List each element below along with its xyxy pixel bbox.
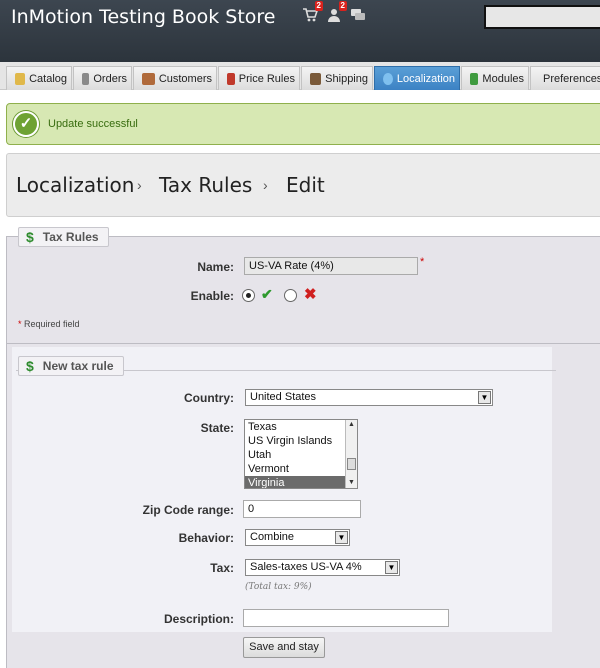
orders-badge: 2 — [314, 1, 323, 11]
behavior-select[interactable]: Combine ▼ — [245, 529, 350, 546]
chevron-down-icon: ▼ — [478, 391, 491, 404]
breadcrumb: Localization › Tax Rules › Edit — [6, 153, 600, 217]
breadcrumb-separator: › — [263, 177, 268, 193]
enable-label: Enable: — [190, 289, 234, 303]
name-label: Name: — [197, 260, 234, 274]
scroll-down-icon[interactable]: ▼ — [346, 478, 357, 488]
folder-icon — [15, 72, 26, 85]
zip-code-label: Zip Code range: — [142, 503, 234, 517]
state-option[interactable]: Texas — [245, 420, 357, 434]
enabled-check-icon: ✔ — [261, 286, 273, 302]
cart-icon[interactable]: 2 — [302, 1, 323, 22]
tab-label: Localization — [396, 72, 455, 85]
enable-yes-radio[interactable] — [242, 289, 255, 302]
breadcrumb-localization[interactable]: Localization — [16, 173, 134, 197]
customers-badge: 2 — [338, 1, 347, 11]
success-alert: ✓ Update successful — [6, 103, 600, 145]
description-field[interactable] — [243, 609, 449, 627]
price-tag-icon — [227, 72, 235, 85]
chevron-down-icon: ▼ — [385, 561, 398, 574]
tab-label: Shipping — [325, 72, 368, 85]
globe-icon — [383, 72, 393, 85]
tab-label: Orders — [93, 72, 127, 85]
required-asterisk: * — [420, 256, 425, 268]
state-scrollbar[interactable]: ▲ ▼ — [345, 420, 357, 488]
tab-price-rules[interactable]: Price Rules — [218, 66, 300, 90]
required-note: * Required field — [18, 319, 80, 329]
check-circle-icon: ✓ — [13, 111, 39, 137]
zip-code-field[interactable]: 0 — [243, 500, 361, 518]
search-input[interactable] — [484, 5, 600, 29]
tab-label: Price Rules — [238, 72, 295, 85]
required-asterisk: * — [18, 319, 22, 329]
main-menu: Catalog Orders Customers Price Rules Shi… — [0, 62, 600, 90]
dollar-icon: $ — [26, 358, 34, 374]
state-option[interactable]: Utah — [245, 448, 357, 462]
new-tax-rule-legend: $ New tax rule — [18, 356, 124, 376]
country-label: Country: — [184, 391, 234, 405]
description-label: Description: — [163, 612, 234, 626]
breadcrumb-separator: › — [137, 177, 142, 193]
tab-modules[interactable]: Modules — [461, 66, 529, 90]
tab-catalog[interactable]: Catalog — [6, 66, 72, 90]
state-option-selected[interactable]: Virginia — [245, 476, 357, 488]
breadcrumb-edit: Edit — [286, 173, 325, 197]
tax-label: Tax: — [210, 561, 234, 575]
shop-name[interactable]: InMotion Testing Book Store — [11, 6, 275, 28]
state-listbox[interactable]: Texas US Virgin Islands Utah Vermont Vir… — [244, 419, 358, 489]
alert-message: Update successful — [48, 118, 138, 130]
enable-no-radio[interactable] — [284, 289, 297, 302]
scroll-up-icon[interactable]: ▲ — [346, 420, 357, 430]
breadcrumb-tax-rules[interactable]: Tax Rules — [159, 173, 252, 197]
country-value: United States — [250, 391, 317, 403]
tax-select[interactable]: Sales-taxes US-VA 4% ▼ — [245, 559, 400, 576]
required-note-text: Required field — [24, 319, 80, 329]
customer-icon — [142, 72, 155, 85]
truck-icon — [310, 72, 322, 85]
tab-preferences[interactable]: Preferences — [530, 66, 600, 90]
scrollbar-thumb[interactable] — [347, 458, 356, 470]
behavior-label: Behavior: — [178, 531, 234, 545]
tab-label: Customers — [158, 72, 212, 85]
tab-localization[interactable]: Localization — [374, 66, 460, 90]
tab-customers[interactable]: Customers — [133, 66, 217, 90]
cart-icon — [82, 72, 90, 85]
tab-shipping[interactable]: Shipping — [301, 66, 373, 90]
legend-label: Tax Rules — [42, 230, 99, 244]
name-field[interactable]: US-VA Rate (4%) — [244, 257, 418, 275]
behavior-value: Combine — [250, 531, 295, 543]
message-icon[interactable] — [350, 8, 366, 22]
dollar-icon: $ — [26, 229, 34, 245]
total-tax-note: (Total tax: 9%) — [245, 582, 312, 592]
tax-rules-legend: $ Tax Rules — [18, 227, 109, 247]
tab-label: Catalog — [29, 72, 67, 85]
state-option[interactable]: Vermont — [245, 462, 357, 476]
tab-label: Preferences — [543, 72, 600, 85]
chevron-down-icon: ▼ — [335, 531, 348, 544]
save-and-stay-button[interactable]: Save and stay — [243, 637, 325, 658]
tax-value: Sales-taxes US-VA 4% — [250, 561, 362, 573]
state-option[interactable]: US Virgin Islands — [245, 434, 357, 448]
disabled-cross-icon: ✖ — [304, 286, 317, 303]
tax-rules-fieldset — [6, 236, 600, 344]
admin-header: InMotion Testing Book Store 2 2 — [0, 0, 600, 62]
legend-label: New tax rule — [42, 359, 114, 373]
customer-icon[interactable]: 2 — [326, 1, 347, 22]
country-select[interactable]: United States ▼ — [245, 389, 493, 406]
tab-orders[interactable]: Orders — [73, 66, 132, 90]
state-label: State: — [200, 421, 234, 435]
tab-label: Modules — [482, 72, 524, 85]
puzzle-icon — [470, 72, 479, 85]
